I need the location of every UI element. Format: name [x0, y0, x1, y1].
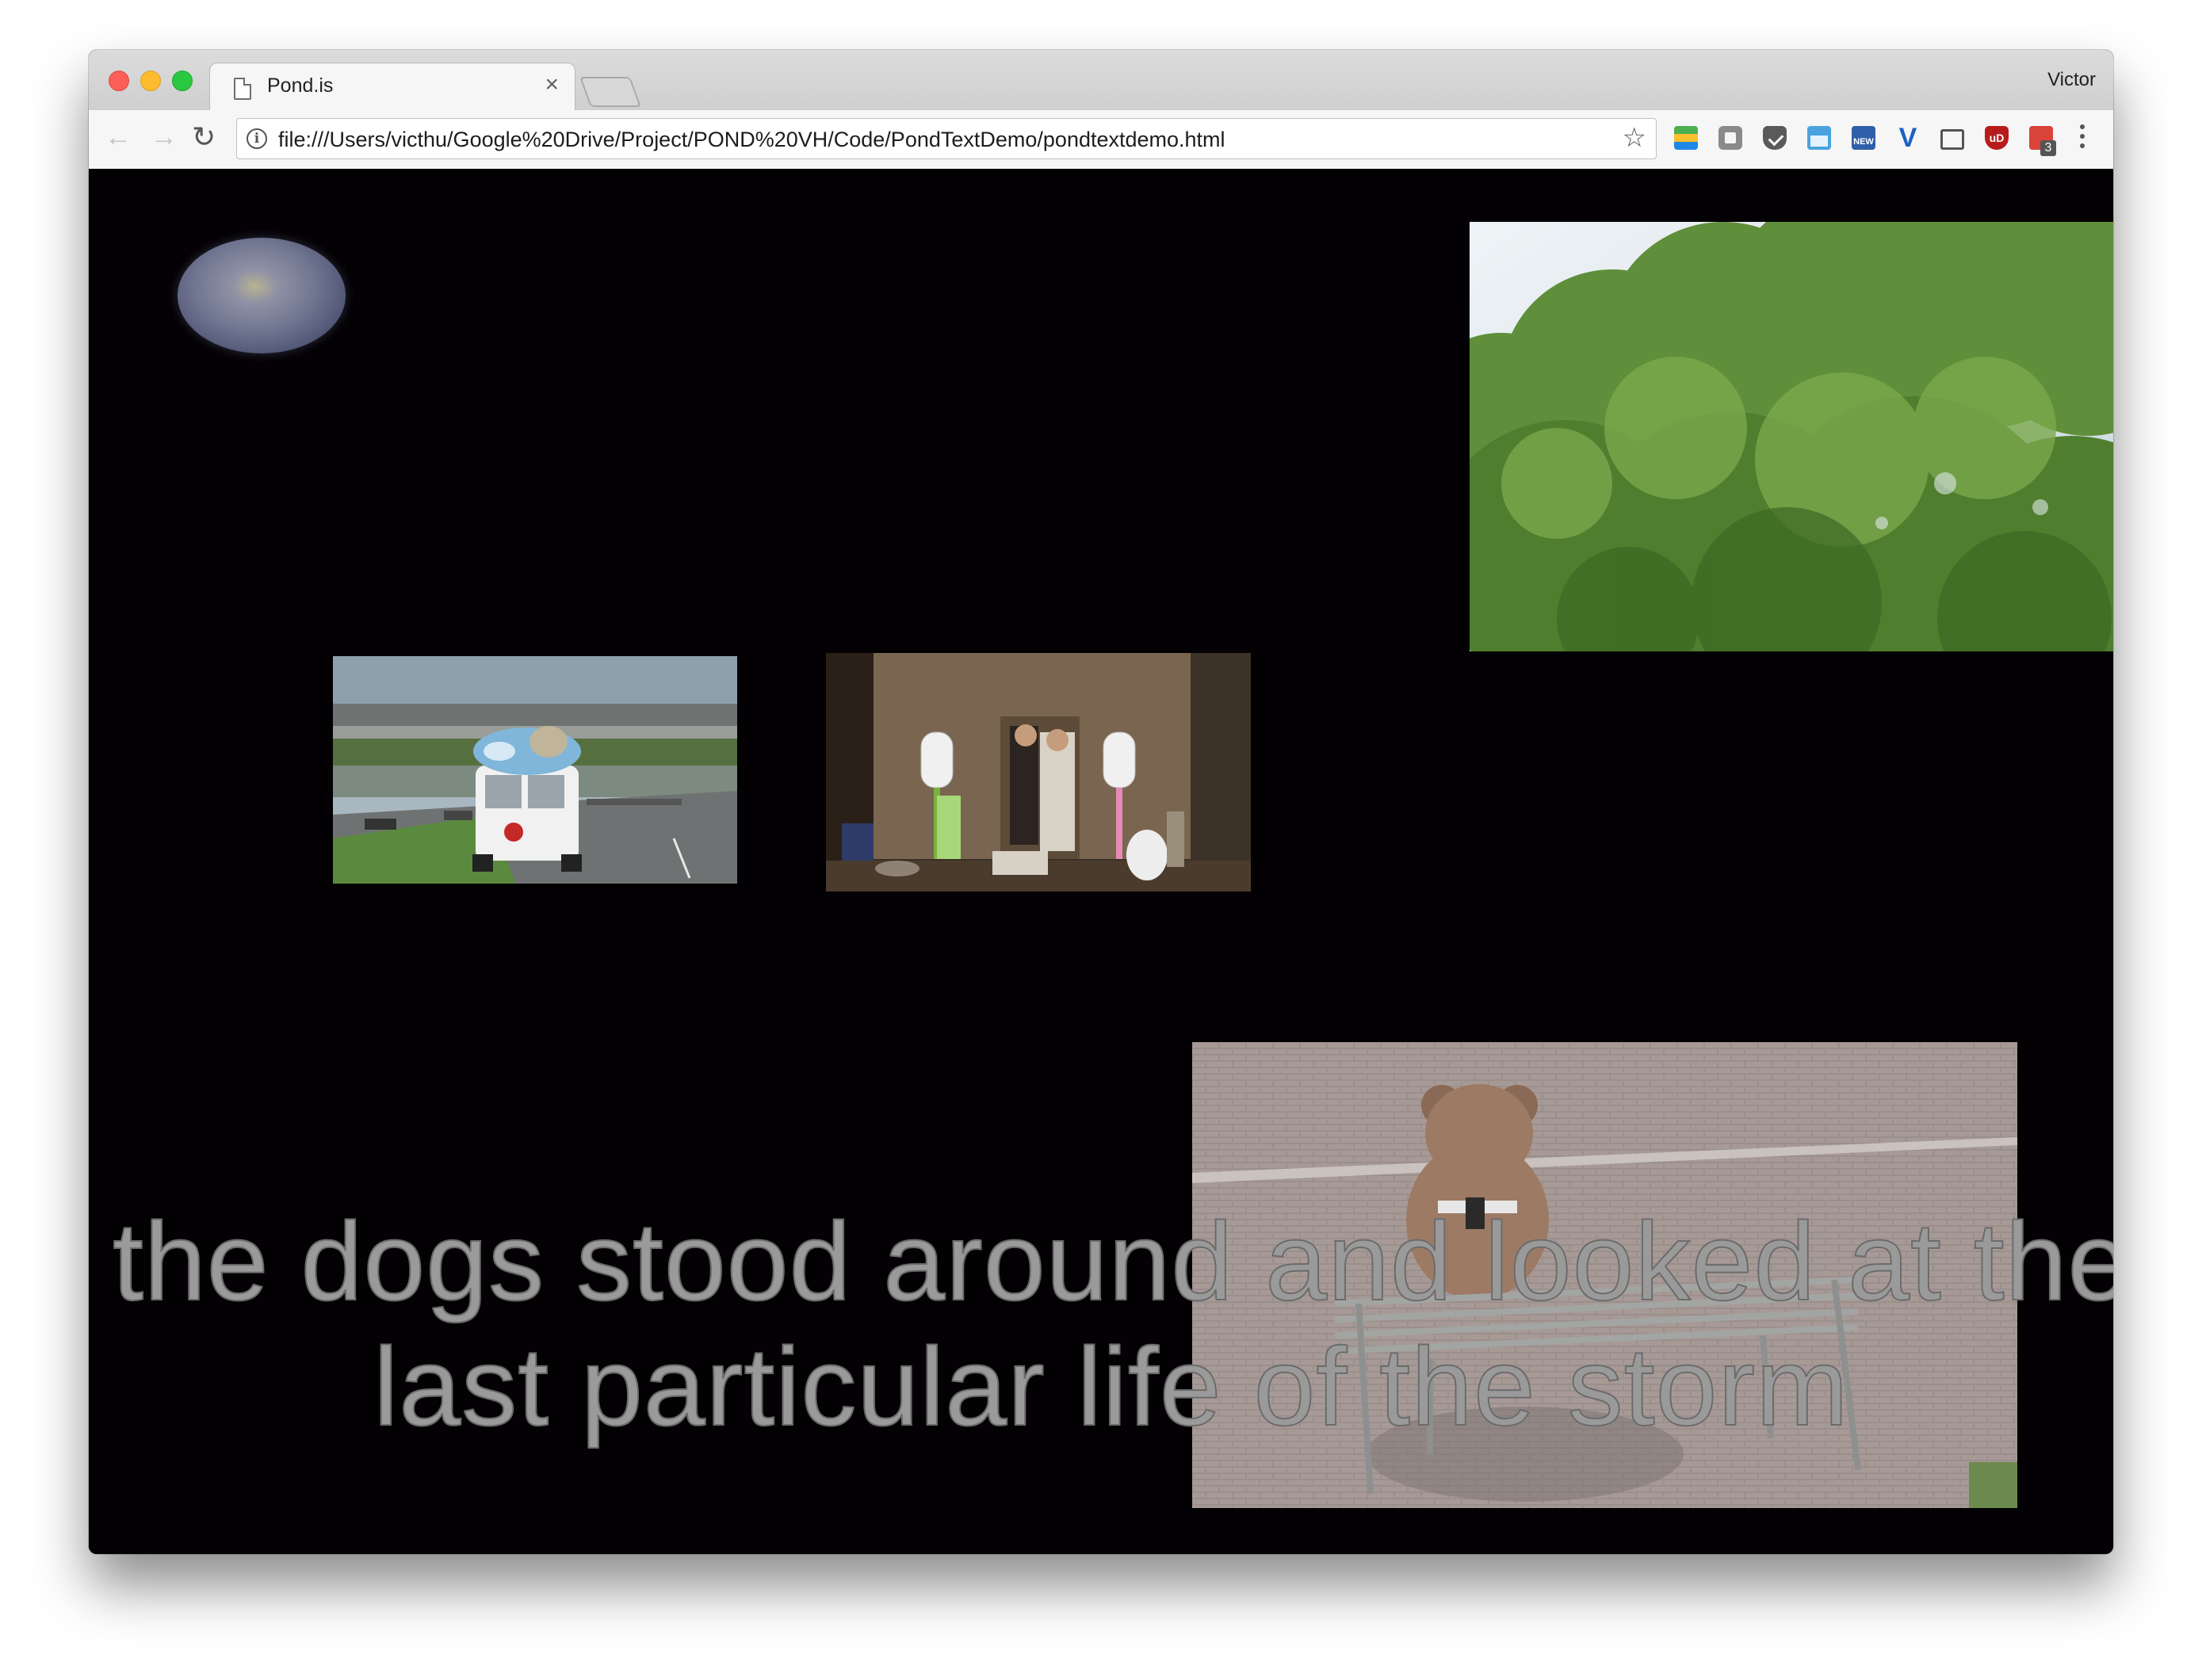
url-text[interactable]: file:///Users/victhu/Google%20Drive/Proj…: [278, 128, 1225, 152]
notification-count-badge: 3: [2040, 140, 2056, 156]
site-info-icon[interactable]: i: [247, 128, 267, 149]
ice-cream-van-video[interactable]: [333, 656, 737, 884]
mail-check-icon[interactable]: [1940, 129, 1964, 150]
reload-button[interactable]: ↻: [192, 121, 216, 153]
browser-window: Pond.is × Victor ← → ↻ i file:///Users/v…: [89, 50, 2113, 1554]
news-icon[interactable]: NEW: [1852, 126, 1875, 150]
profile-button[interactable]: Victor: [2047, 69, 2096, 91]
forward-button[interactable]: →: [151, 121, 178, 153]
minimize-window-button[interactable]: [140, 71, 161, 91]
poem-text: the dogs stood around and looked at the …: [112, 1198, 2113, 1449]
close-window-button[interactable]: [109, 71, 129, 91]
bookmark-star-icon[interactable]: ☆: [1623, 124, 1646, 152]
tab-title: Pond.is: [267, 74, 334, 97]
tab-pond[interactable]: Pond.is ×: [209, 63, 575, 113]
shrine-video[interactable]: [826, 653, 1251, 892]
address-bar[interactable]: i file:///Users/victhu/Google%20Drive/Pr…: [236, 118, 1657, 159]
pocket-icon[interactable]: [1763, 126, 1787, 150]
maximize-window-button[interactable]: [172, 71, 193, 91]
window-icon[interactable]: [1807, 126, 1831, 150]
document-icon: [234, 78, 251, 100]
trees-video[interactable]: [1470, 222, 2113, 651]
new-tab-button[interactable]: [579, 77, 641, 107]
pond-blob[interactable]: [178, 238, 346, 353]
browser-toolbar: ← → ↻ i file:///Users/victhu/Google%20Dr…: [89, 110, 2113, 170]
vimeo-icon[interactable]: V: [1896, 124, 1920, 151]
page-canvas: the dogs stood around and looked at the …: [89, 169, 2113, 1554]
tab-close-icon[interactable]: ×: [545, 71, 559, 97]
ext-grey-icon[interactable]: [1718, 126, 1742, 150]
poem-line-2: last particular life of the storm: [373, 1323, 1849, 1449]
tab-strip: Pond.is × Victor: [89, 50, 2113, 113]
poem-line-1: the dogs stood around and looked at the: [112, 1198, 2113, 1324]
google-apps-icon[interactable]: [1674, 126, 1698, 150]
ublock-icon[interactable]: uD: [1985, 126, 2009, 150]
back-button[interactable]: ←: [105, 121, 132, 153]
chrome-menu-icon[interactable]: [2080, 124, 2085, 151]
